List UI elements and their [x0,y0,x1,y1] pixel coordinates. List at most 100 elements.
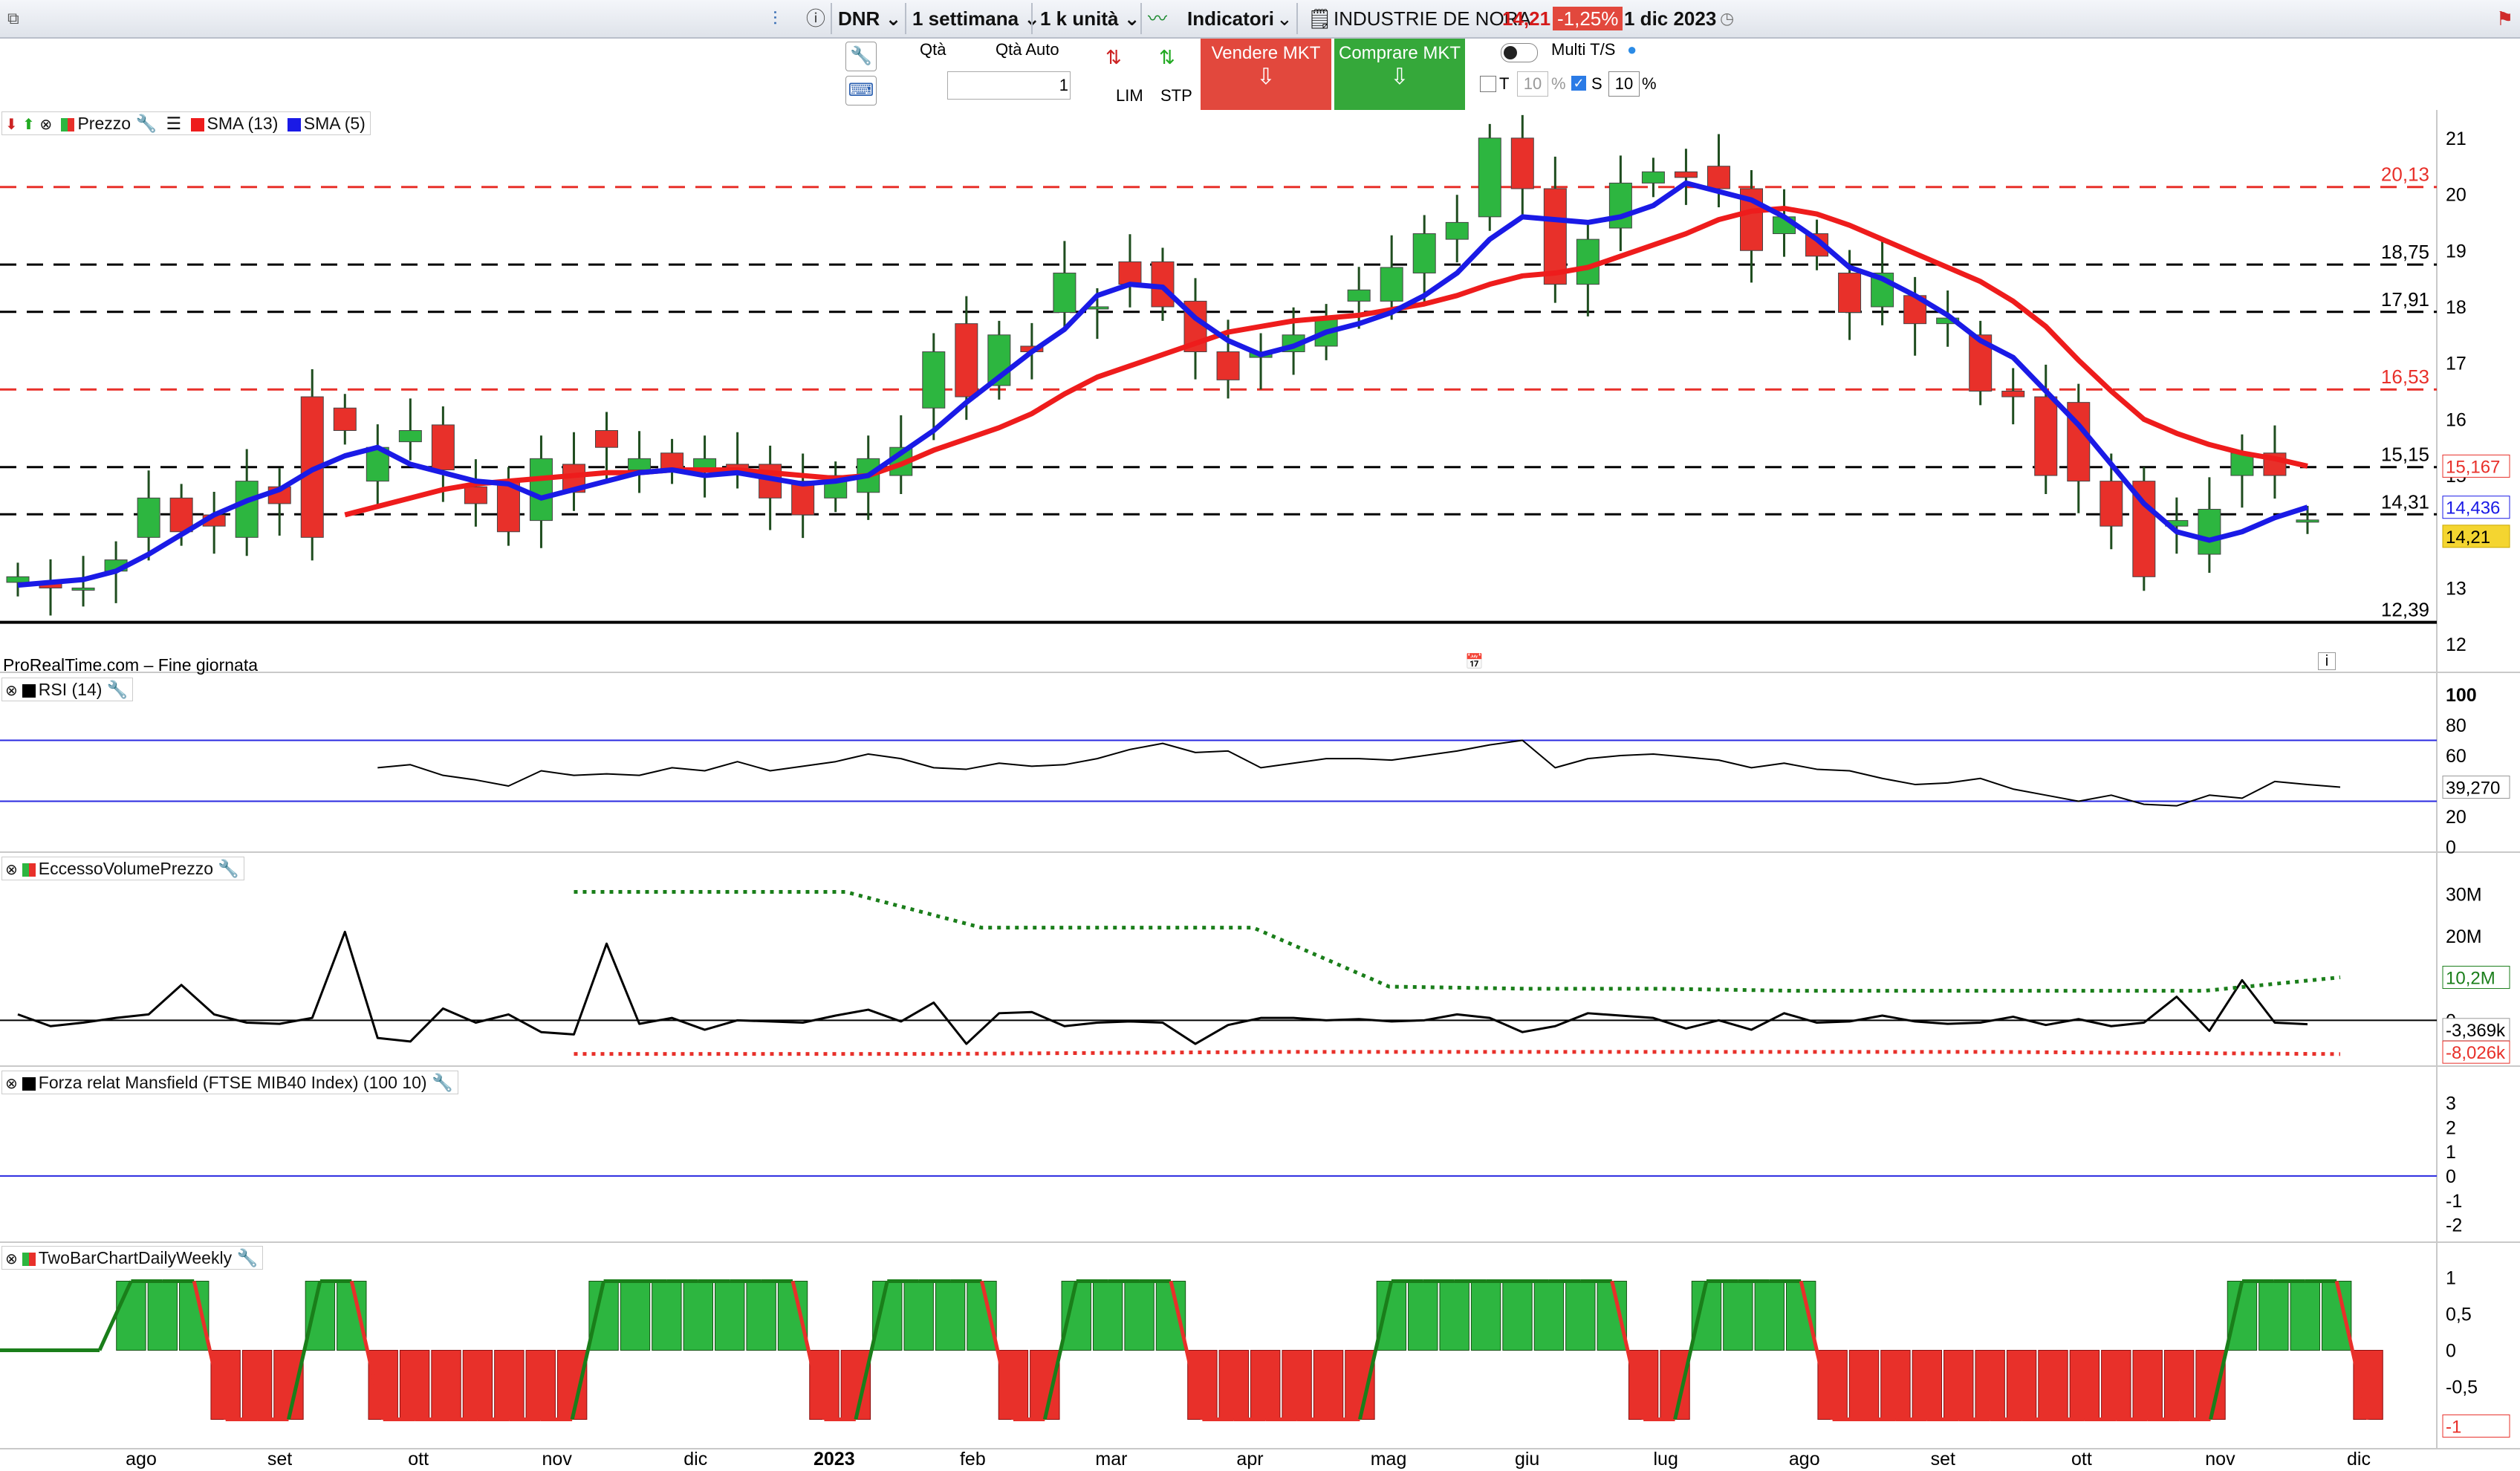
twobar-bar [2163,1350,2195,1420]
sma13-label[interactable]: SMA (13) [207,114,279,133]
evp-close-icon[interactable]: ⊗ [5,862,18,878]
mansfield-close-icon[interactable]: ⊗ [5,1076,18,1092]
twobar-bar [116,1280,146,1351]
candle-body [922,351,946,409]
twobar-bar [1502,1280,1533,1351]
list-icon[interactable]: ☰ [166,114,181,133]
candle-body [2001,391,2025,397]
twobar-bar [715,1280,745,1351]
twobar-bar [2069,1350,2100,1420]
candle-body [398,429,422,443]
rsi-close-icon[interactable]: ⊗ [5,683,18,699]
rsi-settings-icon[interactable]: 🔧 [107,680,129,699]
twobar-bar [1155,1280,1186,1351]
rsi-axis-tick: 0 [2446,837,2456,858]
chart-area[interactable]: 20,1318,7517,9116,5315,1514,3112,39 2120… [0,0,2520,1471]
candle-body [1510,137,1534,189]
twobar-bar [998,1350,1029,1420]
price-level-label: 20,13 [2381,163,2429,186]
twobar-bar [368,1350,398,1420]
mansfield-settings-icon[interactable]: 🔧 [432,1073,453,1092]
close-panel-icon[interactable]: ⊗ [39,117,52,133]
x-axis-label: apr [1236,1449,1263,1470]
info-small-icon[interactable]: i [2318,652,2336,670]
twobar-bar [1187,1350,1218,1420]
rsi-axis-tick: 60 [2446,746,2467,767]
evp-lower-band [574,1050,2341,1056]
candle-body [1412,233,1436,274]
twobar-bar [1124,1280,1155,1351]
twobar-close-icon[interactable]: ⊗ [5,1251,18,1267]
twobar-bar [1061,1280,1091,1351]
twobar-bar [1785,1280,1816,1351]
move-up-icon[interactable]: ⬆ [22,117,35,133]
twobar-bar [556,1350,588,1420]
rsi-color-icon [22,683,36,698]
twobar-bar [1470,1280,1501,1351]
candle-body [2296,519,2319,523]
price-level-label: 17,91 [2381,288,2429,311]
twobar-bar [2101,1350,2131,1420]
candle-body [1380,267,1403,302]
twobar-bar [2006,1350,2037,1420]
twobar-bar [2321,1280,2352,1351]
candle-body [431,424,455,470]
twobar-bar [1218,1350,1249,1420]
twobar-bar [652,1280,682,1351]
x-axis-label: set [267,1449,292,1470]
x-axis-label: feb [960,1449,986,1470]
twobar-bar [337,1280,367,1351]
settings-wrench-icon[interactable]: 🔧 [135,114,157,133]
calendar-icon[interactable]: 📅 [1465,652,1484,671]
twobar-bar [1565,1280,1596,1351]
sma5-color-icon [287,117,301,131]
candle-body [1347,289,1371,302]
twobar-bar [2290,1280,2320,1351]
mansfield-color-icon [22,1077,36,1091]
twobar-bar [1408,1280,1438,1351]
twobar-bar [1533,1280,1565,1351]
twobar-bar [2132,1350,2163,1420]
twobar-bar [872,1280,903,1351]
candle-body [71,587,95,591]
candle-body [169,497,193,533]
rsi-line [377,739,2341,807]
twobar-value-tag: -1 [2446,1417,2461,1437]
evp-upper-tag: 10,2M [2446,969,2495,989]
x-axis-label: nov [2205,1449,2235,1470]
x-axis-label: nov [542,1449,573,1470]
twobar-bar [1754,1280,1785,1351]
x-axis-label: dic [2347,1449,2371,1470]
twobar-bar [588,1280,619,1351]
twobar-bar [1439,1280,1470,1351]
candle-body [1641,171,1665,184]
evp-settings-icon[interactable]: 🔧 [218,859,239,878]
twobar-bar [1817,1350,1848,1420]
price-panel-header: ⬇ ⬆ ⊗ Prezzo 🔧 ☰ SMA (13) SMA (5) [1,111,371,135]
mansfield-axis-tick: 2 [2446,1117,2456,1138]
mansfield-axis-tick: -1 [2446,1191,2462,1212]
sma5-label[interactable]: SMA (5) [304,114,366,133]
price-level-label: 14,31 [2381,490,2429,513]
rsi-value-tag: 39,270 [2446,778,2500,798]
rsi-axis-tick: 80 [2446,715,2467,736]
sma13-value-tag: 15,167 [2446,457,2500,477]
candle-body [1674,171,1698,178]
candle-body [464,486,487,504]
move-down-icon[interactable]: ⬇ [5,117,18,133]
twobar-settings-icon[interactable]: 🔧 [236,1248,258,1267]
x-axis-label: 2023 [814,1449,855,1470]
mansfield-panel-header: ⊗ Forza relat Mansfield (FTSE MIB40 Index… [1,1071,458,1094]
mansfield-axis-tick: 3 [2446,1093,2456,1114]
twobar-bar [903,1280,934,1351]
candle-body [1478,137,1501,218]
evp-color-icon [22,863,36,877]
twobar-bar [273,1350,304,1420]
sma13-color-icon [190,117,204,131]
twobar-bar [935,1280,966,1351]
evp-oscillator-line [17,930,2308,1045]
evp-axis-tick: 20M [2446,926,2482,947]
twobar-bar [746,1280,776,1351]
twobar-bar [1848,1350,1880,1420]
twobar-bar [1282,1350,1312,1420]
